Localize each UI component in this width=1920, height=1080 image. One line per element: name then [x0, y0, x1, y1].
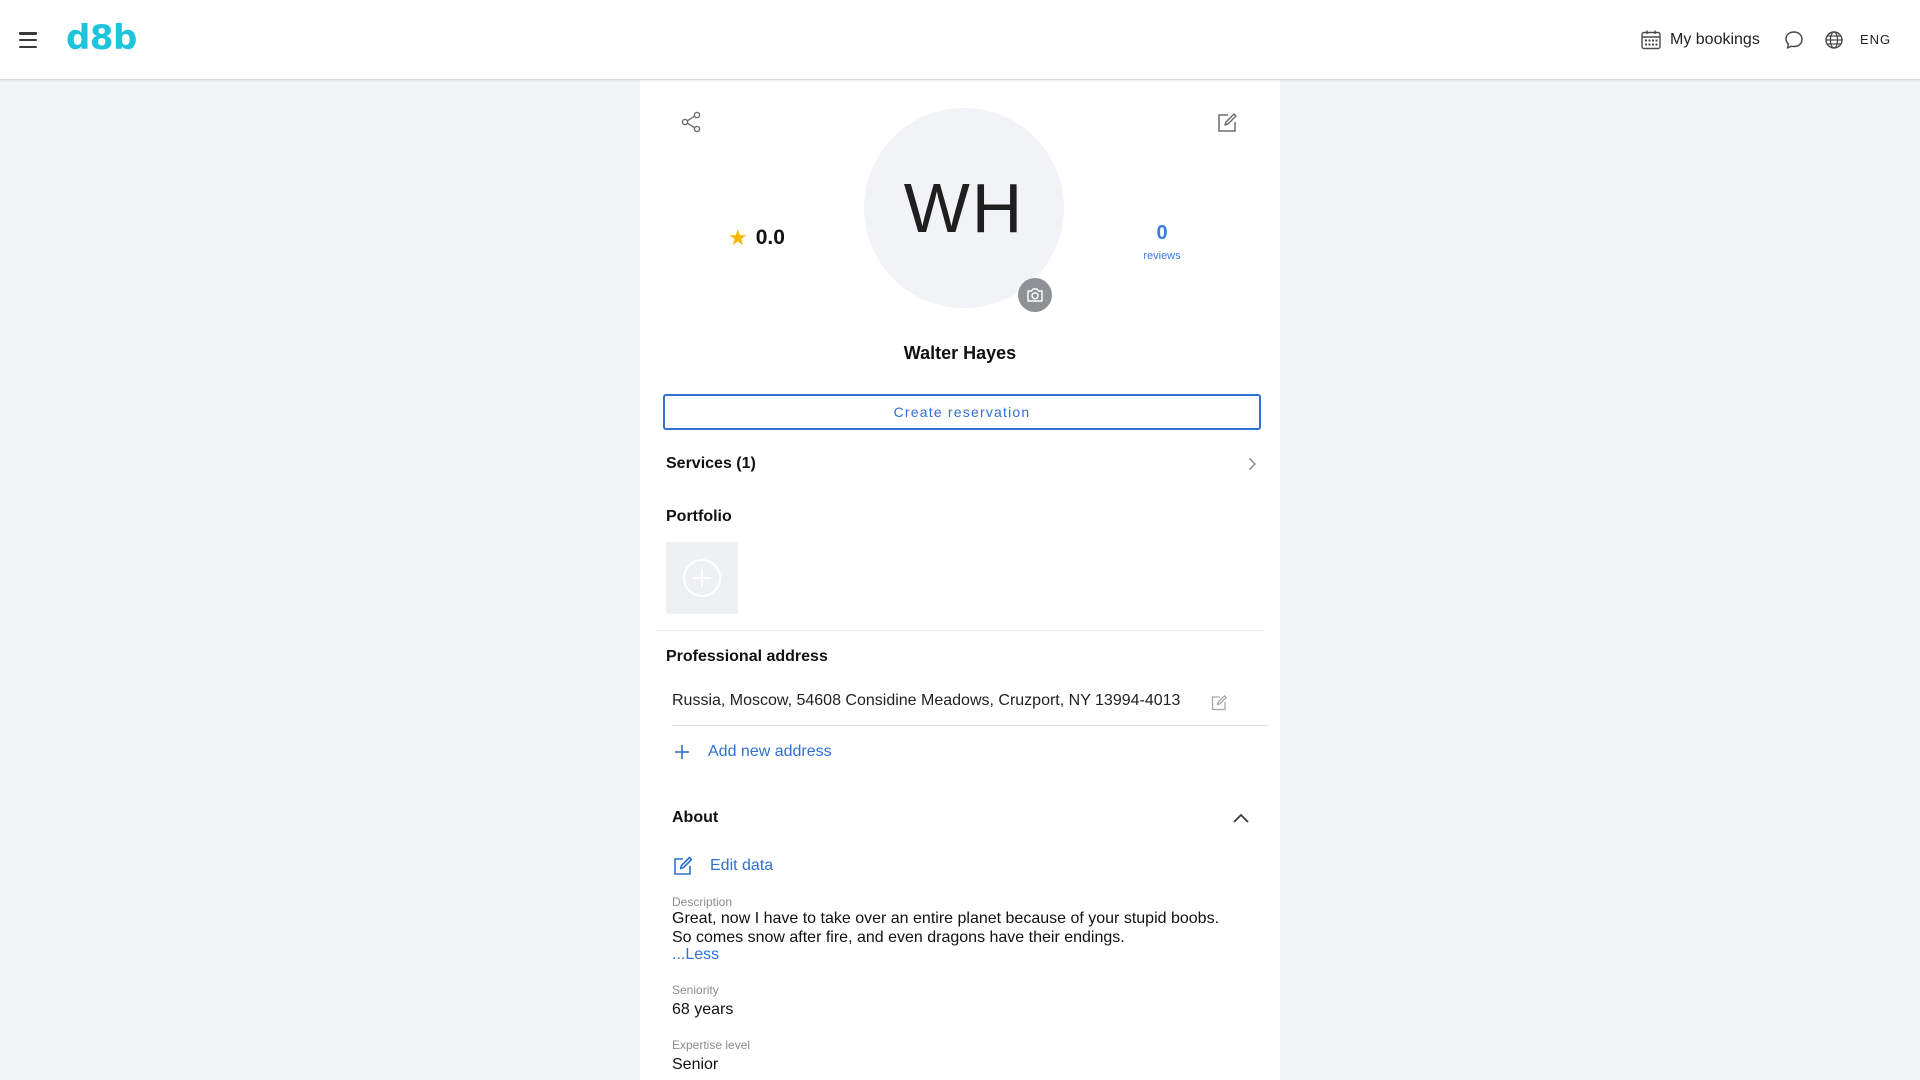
portfolio-title: Portfolio	[666, 508, 732, 525]
address-title: Professional address	[666, 648, 828, 665]
rating: ★ 0.0	[728, 226, 785, 250]
edit-profile-icon[interactable]	[1216, 112, 1238, 134]
logo[interactable]: d8b	[66, 18, 137, 58]
chevron-up-icon[interactable]	[1230, 807, 1252, 829]
create-reservation-button[interactable]: Create reservation	[663, 394, 1261, 430]
edit-address-icon[interactable]	[1210, 694, 1228, 712]
add-circle-icon	[683, 559, 721, 597]
reviews-link[interactable]: 0 reviews	[1120, 222, 1204, 262]
chat-icon[interactable]	[1783, 29, 1805, 51]
seniority-label: Seniority	[672, 983, 719, 997]
my-bookings-label: My bookings	[1670, 31, 1760, 48]
reviews-count: 0	[1156, 222, 1168, 244]
profile-card: ★ 0.0 WH 0 reviews Walter Hayes Create r…	[640, 80, 1280, 1080]
profile-name: Walter Hayes	[903, 343, 1017, 363]
address-row[interactable]: Russia, Moscow, 54608 Considine Meadows,…	[672, 680, 1268, 726]
about-header: About	[672, 804, 1252, 832]
language-selector[interactable]: ENG	[1860, 32, 1891, 47]
edit-icon	[674, 856, 693, 875]
star-icon: ★	[728, 225, 748, 250]
rating-value: 0.0	[755, 226, 785, 249]
description-label: Description	[672, 895, 733, 909]
avatar-initials: WH	[903, 169, 1025, 247]
services-row[interactable]: Services (1)	[666, 448, 1260, 480]
about-title: About	[672, 809, 719, 826]
camera-icon[interactable]	[1018, 278, 1052, 312]
add-address-label: Add new address	[708, 743, 832, 760]
address-text: Russia, Moscow, 54608 Considine Meadows,…	[672, 692, 1181, 709]
seniority-value: 68 years	[672, 1001, 734, 1018]
add-address-button[interactable]: Add new address	[672, 740, 832, 764]
top-bar: d8b My bookings ENG	[0, 0, 1920, 80]
edit-data-button[interactable]: Edit data	[672, 854, 773, 878]
plus-icon	[675, 745, 689, 759]
calendar-icon	[1641, 30, 1661, 50]
menu-icon[interactable]	[16, 30, 40, 50]
share-icon[interactable]	[679, 110, 703, 134]
description-text: Great, now I have to take over an entire…	[672, 910, 1220, 946]
add-portfolio-button[interactable]	[666, 542, 738, 614]
expertise-value: Senior	[672, 1056, 719, 1073]
services-label: Services (1)	[666, 455, 756, 472]
reviews-label: reviews	[1143, 250, 1181, 262]
divider	[656, 630, 1264, 631]
edit-data-label: Edit data	[710, 857, 774, 874]
less-link[interactable]: ...Less	[672, 946, 719, 964]
expertise-label: Expertise level	[672, 1038, 751, 1052]
globe-icon[interactable]	[1823, 29, 1845, 51]
chevron-right-icon	[1248, 457, 1257, 471]
my-bookings-button[interactable]: My bookings	[1640, 28, 1760, 52]
